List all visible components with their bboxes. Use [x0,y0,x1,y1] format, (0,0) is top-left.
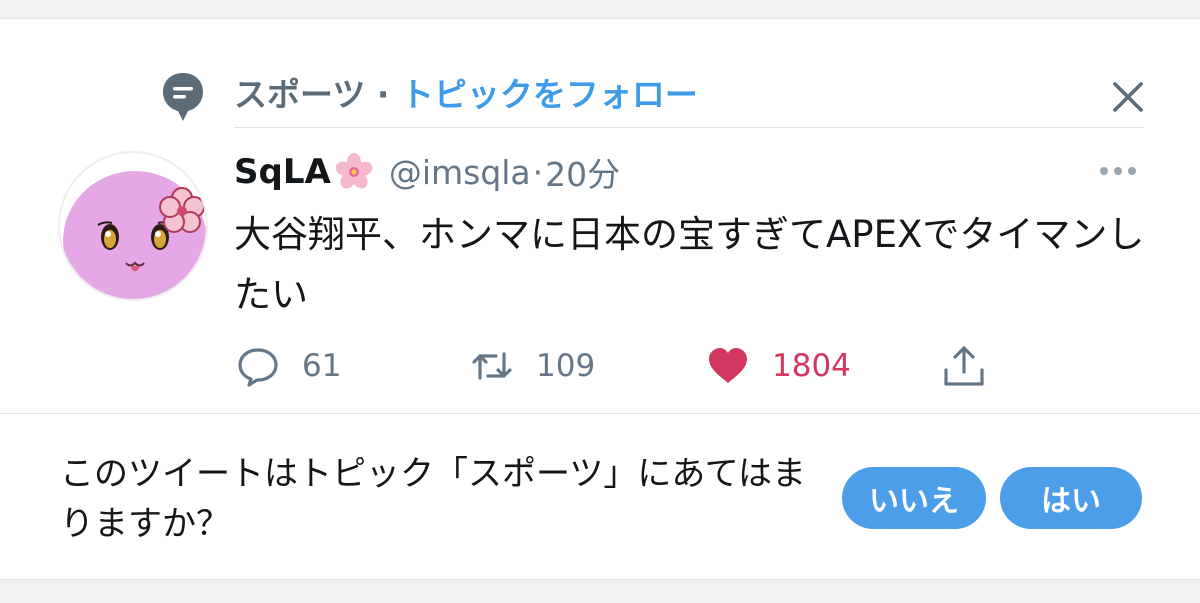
share-button[interactable] [942,343,986,389]
like-button[interactable]: 1804 [706,343,851,389]
more-options-icon[interactable] [1094,159,1142,183]
reply-icon [238,348,278,387]
cherry-blossom-emoji [335,153,373,189]
topic-separator: · [376,75,390,114]
yes-button[interactable]: はい [1000,467,1142,529]
topic-name: スポーツ [234,75,366,114]
close-icon[interactable] [1108,77,1148,117]
tweet-header: SqLA @imsqla · 20分 [234,149,620,195]
reply-count: 61 [302,348,342,384]
heart-icon [709,348,747,383]
retweet-count: 109 [536,348,596,384]
avatar[interactable] [58,151,208,301]
retweet-button[interactable]: 109 [470,343,595,389]
header-divider [234,127,1144,128]
topic-speech-bubble-icon [163,73,203,121]
reply-button[interactable]: 61 [236,343,341,389]
follow-topic-link[interactable]: トピックをフォロー [401,75,698,114]
tweet-text: 大谷翔平、ホンマに日本の宝すぎてAPEXでタイマンしたい [234,213,1145,316]
tweet-timestamp[interactable]: 20分 [545,148,620,196]
display-name[interactable]: SqLA [234,152,331,192]
topic-header: スポーツ · トピックをフォロー [234,75,698,115]
no-button[interactable]: いいえ [842,467,986,529]
handle-time-separator: · [532,152,544,192]
avatar-character-image [63,171,206,299]
like-count: 1804 [772,348,851,384]
topic-relevance-question: このツイートはトピック「スポーツ」にあてはまりますか？ [60,454,806,544]
prompt-divider [0,413,1200,414]
retweet-icon [472,352,512,380]
user-handle[interactable]: @imsqla [389,153,531,192]
share-icon [944,346,984,386]
topic-tweet-card: スポーツ · トピックをフォロー SqLA @imsqla · 20分 大谷翔平… [0,18,1200,580]
